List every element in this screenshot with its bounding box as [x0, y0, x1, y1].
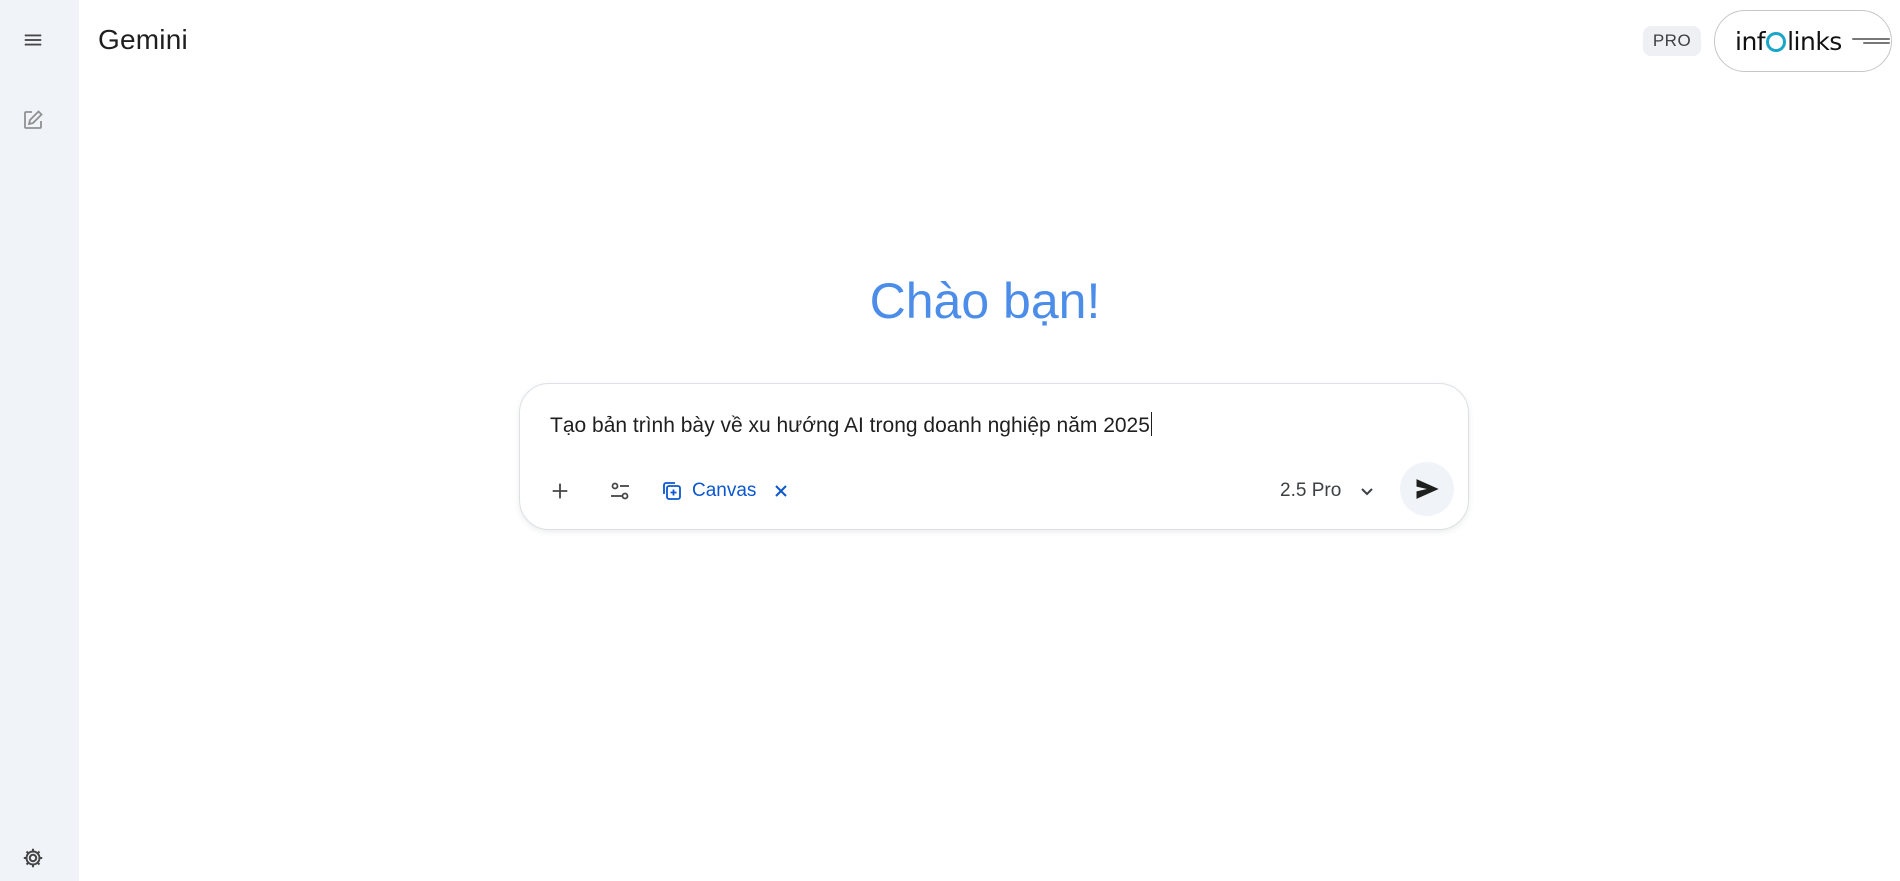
close-icon — [775, 485, 788, 497]
brand-subtext-graphic — [1851, 34, 1890, 48]
pro-badge: PRO — [1643, 26, 1701, 56]
settings-button[interactable] — [15, 840, 51, 876]
brand-text-right: links — [1787, 26, 1842, 56]
gear-icon — [23, 848, 43, 868]
main-menu-button[interactable] — [15, 22, 51, 58]
prompt-input-text: Tạo bản trình bày về xu hướng AI trong d… — [550, 414, 1150, 437]
greeting-heading: Chào bạn! — [869, 273, 1101, 329]
new-chat-button[interactable] — [15, 102, 51, 138]
canvas-icon — [663, 482, 681, 500]
brand-text-left: inf — [1735, 26, 1766, 56]
remove-canvas-button[interactable] — [770, 480, 792, 502]
edit-icon — [24, 110, 43, 129]
chevron-down-icon — [1361, 488, 1373, 496]
tune-icon — [611, 482, 629, 500]
tools-button[interactable] — [600, 471, 640, 511]
model-label: 2.5 Pro — [1280, 480, 1342, 501]
send-button[interactable] — [1400, 462, 1454, 516]
swirl-icon — [1766, 32, 1787, 52]
send-icon — [1416, 479, 1439, 499]
prompt-composer: Tạo bản trình bày về xu hướng AI trong d… — [519, 383, 1469, 530]
prompt-input[interactable]: Tạo bản trình bày về xu hướng AI trong d… — [550, 412, 1152, 438]
model-selector[interactable]: 2.5 Pro — [1280, 473, 1375, 509]
add-files-button[interactable] — [540, 471, 580, 511]
app-title: Gemini — [98, 24, 188, 55]
side-rail — [0, 0, 79, 881]
brand-logo: inf links — [1735, 27, 1842, 56]
plus-icon — [552, 483, 568, 499]
canvas-tool-chip[interactable]: Canvas — [660, 473, 792, 509]
menu-icon — [24, 34, 42, 46]
canvas-chip-label: Canvas — [692, 480, 757, 501]
account-button[interactable]: inf links — [1714, 10, 1892, 72]
text-caret — [1150, 412, 1152, 436]
